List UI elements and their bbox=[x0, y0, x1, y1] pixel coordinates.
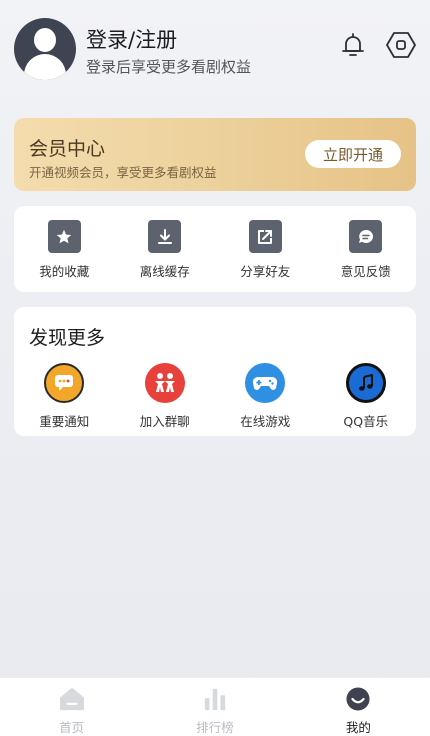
home-icon bbox=[59, 687, 84, 711]
star-icon bbox=[47, 220, 81, 253]
tool-share[interactable]: 分享好友 bbox=[215, 220, 316, 280]
avatar-body bbox=[24, 54, 66, 80]
notice-chat-icon bbox=[44, 363, 85, 403]
tool-label: 分享好友 bbox=[240, 264, 291, 279]
music-icon bbox=[345, 363, 386, 403]
tab-profile[interactable]: 我的 bbox=[287, 678, 430, 736]
profile-header: 登录/注册 登录后享受更多看剧权益 bbox=[0, 0, 430, 100]
discover-card: 发现更多 重要通知 加入群聊 在线游戏 QQ音乐 bbox=[14, 307, 416, 436]
discover-label: QQ音乐 bbox=[343, 414, 389, 429]
tab-label: 排行榜 bbox=[196, 720, 234, 735]
avatar-head bbox=[34, 28, 56, 52]
discover-notice[interactable]: 重要通知 bbox=[14, 363, 115, 430]
ranking-icon bbox=[204, 688, 226, 711]
profile-icon bbox=[346, 687, 370, 711]
discover-label: 在线游戏 bbox=[240, 414, 291, 429]
discover-qq-music[interactable]: QQ音乐 bbox=[316, 363, 417, 430]
bottom-tab-bar: 首页 排行榜 我的 bbox=[0, 677, 430, 736]
open-vip-button[interactable]: 立即开通 bbox=[305, 140, 401, 168]
tools-card: 我的收藏 离线缓存 分享好友 意见反馈 bbox=[14, 206, 416, 292]
avatar[interactable] bbox=[14, 18, 76, 80]
download-icon bbox=[148, 220, 182, 253]
login-hint: 登录后享受更多看剧权益 bbox=[86, 58, 252, 76]
group-icon bbox=[144, 363, 185, 403]
discover-group-chat[interactable]: 加入群聊 bbox=[115, 363, 216, 430]
tab-home[interactable]: 首页 bbox=[0, 678, 143, 736]
tool-offline-cache[interactable]: 离线缓存 bbox=[115, 220, 216, 280]
feedback-icon bbox=[349, 220, 383, 253]
tool-favorites[interactable]: 我的收藏 bbox=[14, 220, 115, 280]
tool-label: 我的收藏 bbox=[39, 264, 90, 279]
bell-icon[interactable] bbox=[338, 30, 368, 60]
tab-ranking[interactable]: 排行榜 bbox=[143, 678, 286, 736]
tool-feedback[interactable]: 意见反馈 bbox=[316, 220, 417, 280]
discover-online-games[interactable]: 在线游戏 bbox=[215, 363, 316, 430]
settings-icon[interactable] bbox=[386, 30, 416, 60]
tool-label: 离线缓存 bbox=[139, 264, 190, 279]
vip-description: 开通视频会员，享受更多看剧权益 bbox=[29, 165, 217, 180]
discover-label: 重要通知 bbox=[39, 414, 90, 429]
share-icon bbox=[248, 220, 282, 253]
discover-label: 加入群聊 bbox=[139, 414, 190, 429]
login-register-link[interactable]: 登录/注册 bbox=[86, 24, 177, 54]
vip-title: 会员中心 bbox=[29, 138, 106, 160]
discover-grid: 重要通知 加入群聊 在线游戏 QQ音乐 bbox=[14, 363, 416, 430]
vip-center-banner[interactable]: 会员中心 开通视频会员，享受更多看剧权益 立即开通 bbox=[14, 118, 416, 191]
tools-grid: 我的收藏 离线缓存 分享好友 意见反馈 bbox=[14, 220, 416, 280]
tab-label: 首页 bbox=[59, 720, 85, 735]
gamepad-icon bbox=[245, 363, 286, 403]
tab-label: 我的 bbox=[345, 720, 371, 735]
discover-title: 发现更多 bbox=[29, 327, 106, 349]
tool-label: 意见反馈 bbox=[340, 264, 391, 279]
